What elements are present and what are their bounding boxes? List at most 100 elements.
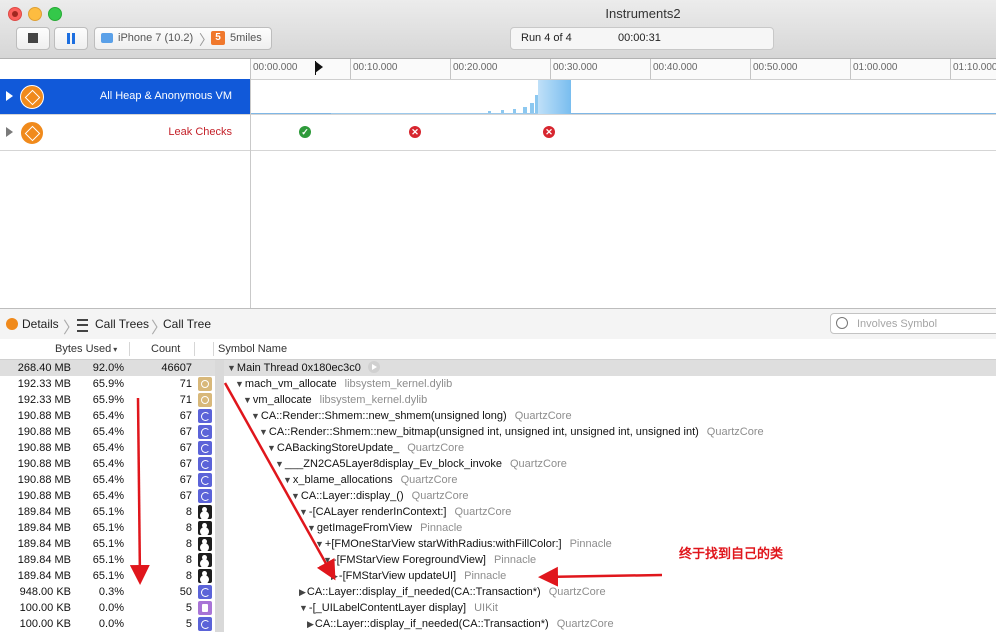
column-count[interactable]: Count <box>151 343 180 355</box>
disclosure-open-icon[interactable]: ▼ <box>275 459 284 469</box>
table-row[interactable]: 948.00 KB 0.3% 50 ▶CA::Layer::display_if_ne… <box>0 584 996 600</box>
toolbar: Instruments2 iPhone 7 (10.2) 〉 5 5miles … <box>0 0 996 59</box>
disclosure-triangle-icon[interactable] <box>6 127 13 137</box>
library-name: Pinnacle <box>420 522 463 534</box>
disclosure-open-icon[interactable]: ▼ <box>267 443 276 453</box>
symbol-name: -[FMStarView ForegroundView] <box>332 554 486 566</box>
time-tick: 00:40.000 <box>650 59 698 79</box>
app-icon: 5 <box>211 31 225 45</box>
bytes-used-cell: 189.84 MB <box>17 506 71 518</box>
track-list: All Heap & Anonymous VM Leak Checks <box>0 79 251 308</box>
library-name: QuartzCore <box>454 506 512 518</box>
bytes-used-cell: 189.84 MB <box>17 570 71 582</box>
target-device: iPhone 7 (10.2) <box>118 32 194 44</box>
column-symbol-name[interactable]: Symbol Name <box>218 343 287 355</box>
table-row[interactable]: 192.33 MB 65.9% 71 ▼mach_vm_allocate libsyst… <box>0 376 996 392</box>
symbol-cell: ▼x_blame_allocations QuartzCore <box>283 472 457 488</box>
table-row[interactable]: 189.84 MB 65.1% 8 ▶-[FMStarView updateUI] Pi… <box>0 568 996 584</box>
disclosure-open-icon[interactable]: ▼ <box>307 523 316 533</box>
detail-navigation-bar: Details 〉 Call Trees 〉 Call Tree <box>0 308 996 340</box>
table-row[interactable]: 189.84 MB 65.1% 8 ▼getImageFromView Pinnacle <box>0 520 996 536</box>
table-row[interactable]: 100.00 KB 0.0% 5 ▼-[_UILabelContentLayer di… <box>0 600 996 616</box>
table-row[interactable]: 189.84 MB 65.1% 8 ▼+[FMOneStarView starWith… <box>0 536 996 552</box>
pause-recording-button[interactable] <box>54 27 88 50</box>
disclosure-open-icon[interactable]: ▼ <box>251 411 260 421</box>
disclosure-triangle-icon[interactable] <box>6 91 13 101</box>
table-row[interactable]: 190.88 MB 65.4% 67 ▼CA::Render::Shmem::new_… <box>0 408 996 424</box>
count-cell: 8 <box>185 554 192 566</box>
stop-icon <box>28 33 38 43</box>
sort-descending-icon: ▾ <box>113 345 118 354</box>
disclosure-open-icon[interactable]: ▼ <box>259 427 268 437</box>
user-icon <box>198 569 212 583</box>
symbol-search-input[interactable] <box>855 315 996 333</box>
table-body: 268.40 MB 92.0% 46607 ▼Main Thread 0x180ec3… <box>0 360 996 632</box>
disclosure-open-icon[interactable]: ▼ <box>235 379 244 389</box>
disclosure-open-icon[interactable]: ▼ <box>243 395 252 405</box>
table-row[interactable]: 100.00 KB 0.0% 5 ▶CA::Layer::display_if_nee… <box>0 616 996 632</box>
disclosure-open-icon[interactable]: ▼ <box>299 507 308 517</box>
time-tick: 01:00.000 <box>850 59 898 79</box>
symbol-cell: ▼getImageFromView Pinnacle <box>307 520 462 536</box>
track-leak-checks[interactable]: Leak Checks <box>0 115 250 151</box>
time-tick: 00:00.000 <box>250 59 298 79</box>
pie-icon <box>198 441 212 455</box>
column-bytes-used[interactable]: Bytes Used ▾ <box>55 343 117 355</box>
row-gutter <box>215 440 224 456</box>
row-gutter <box>215 472 224 488</box>
disclosure-closed-icon[interactable]: ▶ <box>299 587 306 597</box>
disclosure-open-icon[interactable]: ▼ <box>299 603 308 613</box>
breadcrumb-details[interactable]: Details <box>22 317 59 331</box>
symbol-cell: ▼-[CALayer renderInContext:] QuartzCore <box>299 504 511 520</box>
heap-graph[interactable] <box>251 79 996 115</box>
stop-recording-button[interactable] <box>16 27 50 50</box>
row-gutter <box>215 360 224 376</box>
breadcrumb-call-tree[interactable]: Call Tree <box>163 317 211 331</box>
symbol-cell: ▼___ZN2CA5Layer8display_Ev_block_invoke Q… <box>275 456 567 472</box>
table-row[interactable]: 189.84 MB 65.1% 8 ▼-[FMStarView ForegroundV… <box>0 552 996 568</box>
table-row[interactable]: 190.88 MB 65.4% 67 ▼___ZN2CA5Layer8display_… <box>0 456 996 472</box>
count-cell: 67 <box>179 442 192 454</box>
user-icon <box>198 537 212 551</box>
disclosure-open-icon[interactable]: ▼ <box>315 539 324 549</box>
symbol-search-field[interactable] <box>830 313 996 334</box>
table-row[interactable]: 190.88 MB 65.4% 67 ▼CA::Render::Shmem::new_… <box>0 424 996 440</box>
row-gutter <box>215 488 224 504</box>
row-gutter <box>215 520 224 536</box>
table-row[interactable]: 192.33 MB 65.9% 71 ▼vm_allocate libsystem_ke… <box>0 392 996 408</box>
disclosure-closed-icon[interactable]: ▶ <box>331 571 338 581</box>
disclosure-open-icon[interactable]: ▼ <box>291 491 300 501</box>
leaks-icon <box>20 121 44 145</box>
leak-detected-icon[interactable]: ✕ <box>409 126 421 138</box>
disclosure-open-icon[interactable]: ▼ <box>283 475 292 485</box>
table-row[interactable]: 189.84 MB 65.1% 8 ▼-[CALayer renderInContex… <box>0 504 996 520</box>
leak-check-ok-icon[interactable]: ✓ <box>299 126 311 138</box>
disclosure-open-icon[interactable]: ▼ <box>227 363 236 373</box>
heap-bar <box>488 111 491 113</box>
breadcrumb-call-trees[interactable]: Call Trees <box>95 317 149 331</box>
table-row[interactable]: 190.88 MB 65.4% 67 ▼x_blame_allocations Quar… <box>0 472 996 488</box>
table-row[interactable]: 190.88 MB 65.4% 67 ▼CABackingStoreUpdate_ Qu… <box>0 440 996 456</box>
pie-icon <box>198 425 212 439</box>
percent-cell: 65.4% <box>92 458 124 470</box>
bytes-used-cell: 948.00 KB <box>19 586 71 598</box>
symbol-name: CABackingStoreUpdate_ <box>276 442 400 454</box>
bytes-used-cell: 190.88 MB <box>17 490 71 502</box>
leak-detected-icon[interactable]: ✕ <box>543 126 555 138</box>
leak-graph[interactable]: ✓ ✕ ✕ <box>251 115 996 151</box>
disclosure-open-icon[interactable]: ▼ <box>323 555 332 565</box>
time-ruler[interactable]: 00:00.000 00:10.000 00:20.000 00:30.000 … <box>250 59 996 80</box>
target-selector[interactable]: iPhone 7 (10.2) 〉 5 5miles <box>94 27 272 50</box>
heap-bar <box>513 109 516 113</box>
symbol-name: -[CALayer renderInContext:] <box>308 506 447 518</box>
table-row[interactable]: 190.88 MB 65.4% 67 ▼CA::Layer::display_() Qu… <box>0 488 996 504</box>
track-all-heap[interactable]: All Heap & Anonymous VM <box>0 79 250 115</box>
target-app: 5miles <box>230 32 262 44</box>
bytes-used-cell: 190.88 MB <box>17 442 71 454</box>
jump-arrow-icon[interactable] <box>367 361 380 373</box>
row-gutter <box>215 376 224 392</box>
playhead-flag-icon[interactable] <box>315 61 323 73</box>
bytes-used-cell: 190.88 MB <box>17 474 71 486</box>
disclosure-closed-icon[interactable]: ▶ <box>307 619 314 629</box>
table-row[interactable]: 268.40 MB 92.0% 46607 ▼Main Thread 0x180ec3… <box>0 360 996 376</box>
